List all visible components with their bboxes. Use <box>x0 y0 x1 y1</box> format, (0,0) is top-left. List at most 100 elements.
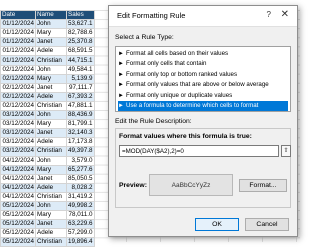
cell-name[interactable]: Christian <box>35 100 67 112</box>
header-sales[interactable]: Sales <box>66 9 95 21</box>
table-row: 04/12/2024 John 3,579.0 <box>0 155 95 166</box>
format-button[interactable]: Format... <box>239 179 287 192</box>
table-row: 02/12/2024 Janet 97,111.7 <box>0 82 95 93</box>
header-name[interactable]: Name <box>35 9 67 21</box>
cell-name[interactable]: Janet <box>35 173 67 184</box>
cell-date[interactable]: 02/12/2024 <box>0 82 36 93</box>
formula-input[interactable]: =MOD(DAY($A2),2)=0 <box>119 145 279 157</box>
cell-date[interactable]: 01/12/2024 <box>0 55 36 66</box>
cell-name[interactable]: Adele <box>35 137 67 148</box>
cell-date[interactable]: 04/12/2024 <box>0 155 36 166</box>
cell-sales[interactable]: 5,139.9 <box>66 73 95 84</box>
cell-sales[interactable]: 49,397.8 <box>66 146 95 157</box>
header-date[interactable]: Date <box>0 9 36 21</box>
cell-name[interactable]: John <box>35 110 67 121</box>
cell-sales[interactable]: 81,799.1 <box>66 119 95 130</box>
rule-type-list[interactable]: ► Format all cells based on their values ►… <box>115 46 291 112</box>
cell-name[interactable]: Mary <box>35 164 67 175</box>
cell-sales[interactable]: 25,370.8 <box>66 37 95 48</box>
cell-date[interactable]: 04/12/2024 <box>0 182 36 193</box>
help-icon[interactable]: ? <box>267 10 271 19</box>
cell-date[interactable]: 02/12/2024 <box>0 100 36 112</box>
cell-sales[interactable]: 57,299.0 <box>66 228 95 239</box>
cell-sales[interactable]: 44,715.1 <box>66 55 95 66</box>
cell-sales[interactable]: 47,881.1 <box>66 100 95 112</box>
cell-date[interactable]: 03/12/2024 <box>0 110 36 121</box>
cell-date[interactable]: 01/12/2024 <box>0 28 36 39</box>
cell-date[interactable]: 05/12/2024 <box>0 219 36 230</box>
cell-date[interactable]: 02/12/2024 <box>0 64 36 75</box>
cell-name[interactable]: Adele <box>35 182 67 193</box>
cell-date[interactable]: 03/12/2024 <box>0 146 36 157</box>
cell-date[interactable]: 05/12/2024 <box>0 210 36 221</box>
cell-date[interactable]: 04/12/2024 <box>0 164 36 175</box>
cell-name[interactable]: Christian <box>35 55 67 66</box>
dialog-titlebar[interactable]: Edit Formatting Rule ? ✕ <box>109 6 297 27</box>
rule-type-item[interactable]: ► Format only top or bottom ranked values <box>118 70 288 80</box>
cell-date[interactable]: 02/12/2024 <box>0 91 36 102</box>
rule-type-item[interactable]: ► Format only unique or duplicate values <box>118 91 288 101</box>
cell-date[interactable]: 03/12/2024 <box>0 128 36 139</box>
cell-date[interactable]: 02/12/2024 <box>0 73 36 84</box>
cell-date[interactable]: 03/12/2024 <box>0 137 36 148</box>
cell-name[interactable]: Janet <box>35 37 67 48</box>
cell-date[interactable]: 05/12/2024 <box>0 200 36 212</box>
cell-date[interactable]: 01/12/2024 <box>0 46 36 57</box>
cell-sales[interactable]: 49,998.2 <box>66 200 95 212</box>
cell-name[interactable]: John <box>35 64 67 75</box>
cell-sales[interactable]: 68,591.5 <box>66 46 95 57</box>
rule-type-item[interactable]: ► Use a formula to determine which cells … <box>118 101 288 111</box>
table-row: 01/12/2024 John 53,627.1 <box>0 19 95 30</box>
cell-date[interactable]: 04/12/2024 <box>0 191 36 202</box>
cell-name[interactable]: Mary <box>35 28 67 39</box>
cell-name[interactable]: Mary <box>35 210 67 221</box>
cell-date[interactable]: 05/12/2024 <box>0 228 36 239</box>
cell-name[interactable]: John <box>35 19 67 30</box>
rule-type-item[interactable]: ► Format all cells based on their values <box>118 49 288 59</box>
cell-name[interactable]: Adele <box>35 91 67 102</box>
cell-name[interactable]: Christian <box>35 146 67 157</box>
cell-name[interactable]: Christian <box>35 191 67 202</box>
cell-sales[interactable]: 53,627.1 <box>66 19 95 30</box>
cell-name[interactable]: Janet <box>35 219 67 230</box>
cell-name[interactable]: John <box>35 200 67 212</box>
cell-sales[interactable]: 19,896.4 <box>66 237 95 247</box>
cell-sales[interactable]: 17,173.8 <box>66 137 95 148</box>
cell-sales[interactable]: 88,436.9 <box>66 110 95 121</box>
cell-sales[interactable]: 97,111.7 <box>66 82 95 93</box>
cell-name[interactable]: John <box>35 155 67 166</box>
format-preview: AaBbCcYyZz <box>149 174 233 196</box>
select-rule-type-label: Select a Rule Type: <box>115 34 174 41</box>
rule-type-item[interactable]: ► Format only cells that contain <box>118 59 288 69</box>
cell-sales[interactable]: 67,393.2 <box>66 91 95 102</box>
table-row: 05/12/2024 Adele 57,299.0 <box>0 228 95 239</box>
cell-sales[interactable]: 3,579.0 <box>66 155 95 166</box>
cell-sales[interactable]: 32,140.3 <box>66 128 95 139</box>
rule-type-item[interactable]: ► Format only values that are above or be… <box>118 80 288 90</box>
cell-name[interactable]: Janet <box>35 128 67 139</box>
cell-name[interactable]: Janet <box>35 82 67 93</box>
cell-name[interactable]: Adele <box>35 46 67 57</box>
cell-date[interactable]: 01/12/2024 <box>0 19 36 30</box>
cell-name[interactable]: Mary <box>35 119 67 130</box>
range-selector-icon[interactable]: ⇧ <box>281 145 291 157</box>
cell-date[interactable]: 03/12/2024 <box>0 119 36 130</box>
cell-sales[interactable]: 31,419.2 <box>66 191 95 202</box>
cell-name[interactable]: Christian <box>35 237 67 247</box>
cell-sales[interactable]: 65,277.6 <box>66 164 95 175</box>
close-icon[interactable]: ✕ <box>281 9 289 20</box>
cell-sales[interactable]: 85,050.5 <box>66 173 95 184</box>
cell-name[interactable]: Adele <box>35 228 67 239</box>
cell-sales[interactable]: 49,584.1 <box>66 64 95 75</box>
cell-sales[interactable]: 82,788.6 <box>66 28 95 39</box>
cell-date[interactable]: 05/12/2024 <box>0 237 36 247</box>
cell-sales[interactable]: 63,229.6 <box>66 219 95 230</box>
cancel-button[interactable]: Cancel <box>245 218 289 231</box>
cell-sales[interactable]: 78,011.0 <box>66 210 95 221</box>
cell-date[interactable]: 04/12/2024 <box>0 173 36 184</box>
ok-button[interactable]: OK <box>195 218 239 231</box>
cell-date[interactable]: 01/12/2024 <box>0 37 36 48</box>
cell-name[interactable]: Mary <box>35 73 67 84</box>
cell-sales[interactable]: 8,028.2 <box>66 182 95 193</box>
table-row: 02/12/2024 Mary 5,139.9 <box>0 73 95 84</box>
